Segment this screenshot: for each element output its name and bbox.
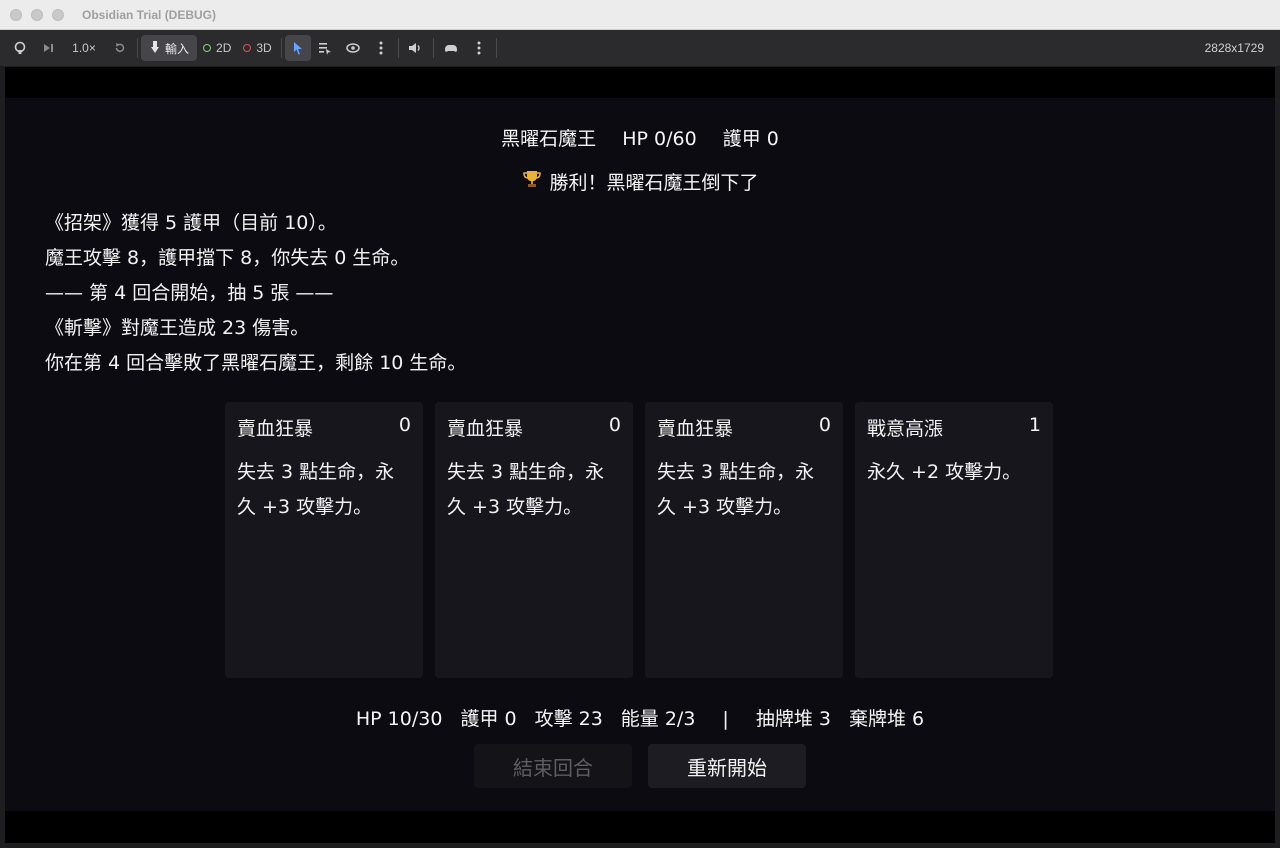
card-hand: 賣血狂暴 0 失去 3 點生命，永久 +3 攻擊力。 賣血狂暴 0 失去 3 點…	[225, 402, 1053, 678]
remote-debug-icon[interactable]	[6, 35, 34, 61]
card-name: 戰意高漲	[867, 418, 944, 440]
victory-banner: 勝利！黑曜石魔王倒下了	[5, 168, 1275, 195]
resolution-readout: 2828x1729	[1204, 41, 1264, 55]
victory-text: 勝利！黑曜石魔王倒下了	[549, 172, 759, 194]
card-cost: 0	[608, 414, 621, 436]
close-window-button[interactable]	[10, 8, 22, 21]
draw-pile-count: 抽牌堆 3	[755, 708, 831, 730]
card-cost: 0	[398, 414, 411, 436]
action-buttons: 結束回合 重新開始	[474, 744, 806, 788]
card-name: 賣血狂暴	[237, 418, 314, 440]
log-line: 《斬擊》對魔王造成 23 傷害。	[45, 317, 310, 339]
minimize-window-button[interactable]	[31, 8, 43, 21]
player-attack: 攻擊 23	[534, 708, 603, 730]
game-viewport: 黑曜石魔王 HP 0/60 護甲 0 勝利！黑曜石魔王倒下了 《招架》獲得 5 …	[5, 67, 1275, 843]
card[interactable]: 賣血狂暴 0 失去 3 點生命，永久 +3 攻擊力。	[225, 402, 423, 678]
card[interactable]: 賣血狂暴 0 失去 3 點生命，永久 +3 攻擊力。	[645, 402, 843, 678]
log-line: 《招架》獲得 5 護甲（目前 10）。	[45, 212, 337, 234]
player-energy: 能量 2/3	[620, 708, 696, 730]
card[interactable]: 賣血狂暴 0 失去 3 點生命，永久 +3 攻擊力。	[435, 402, 633, 678]
gamepad-icon[interactable]	[437, 35, 465, 61]
mode-3d-icon	[243, 44, 252, 52]
list-icon[interactable]	[311, 35, 339, 61]
enemy-hp: HP 0/60	[622, 128, 697, 150]
debug-toolbar: 1.0× 輸入 2D 3D 2828x1729	[0, 30, 1280, 66]
enemy-armor: 護甲 0	[722, 128, 779, 150]
mode-2d-button[interactable]: 2D	[197, 35, 237, 61]
log-line: 魔王攻擊 8，護甲擋下 8，你失去 0 生命。	[45, 247, 410, 269]
card[interactable]: 戰意高漲 1 永久 +2 攻擊力。	[855, 402, 1053, 678]
step-icon[interactable]	[34, 35, 62, 61]
toolbar-separator	[432, 38, 434, 58]
select-icon[interactable]	[284, 35, 311, 61]
card-description: 失去 3 點生命，永久 +3 攻擊力。	[237, 461, 395, 518]
reset-icon[interactable]	[106, 35, 134, 61]
game-screen: 黑曜石魔王 HP 0/60 護甲 0 勝利！黑曜石魔王倒下了 《招架》獲得 5 …	[5, 98, 1275, 811]
mode-3d-label: 3D	[256, 41, 272, 55]
input-toggle-button[interactable]: 輸入	[141, 35, 198, 61]
card-description: 失去 3 點生命，永久 +3 攻擊力。	[447, 461, 605, 518]
more-icon[interactable]	[465, 35, 493, 61]
zoom-window-button[interactable]	[52, 8, 64, 21]
mode-2d-label: 2D	[216, 41, 232, 55]
status-divider: |	[722, 708, 729, 730]
trophy-icon	[521, 169, 543, 194]
restart-button[interactable]: 重新開始	[648, 744, 806, 788]
player-armor: 護甲 0	[460, 708, 517, 730]
discard-pile-count: 棄牌堆 6	[848, 708, 925, 730]
enemy-name: 黑曜石魔王	[501, 128, 597, 150]
speed-selector[interactable]: 1.0×	[62, 35, 106, 61]
input-label: 輸入	[165, 41, 190, 56]
more-icon[interactable]	[367, 35, 395, 61]
mode-2d-icon	[203, 44, 212, 52]
battle-log: 《招架》獲得 5 護甲（目前 10）。 魔王攻擊 8，護甲擋下 8，你失去 0 …	[45, 206, 466, 381]
end-turn-button[interactable]: 結束回合	[474, 744, 632, 788]
player-status: HP 10/30 護甲 0 攻擊 23 能量 2/3 | 抽牌堆 3 棄牌堆 6	[5, 704, 1275, 731]
window-title: Obsidian Trial (DEBUG)	[82, 7, 217, 22]
eye-icon[interactable]	[339, 35, 367, 61]
card-description: 永久 +2 攻擊力。	[867, 461, 1022, 483]
input-icon	[149, 40, 161, 57]
log-line: —— 第 4 回合開始，抽 5 張 ——	[45, 282, 334, 304]
card-description: 失去 3 點生命，永久 +3 攻擊力。	[657, 461, 815, 518]
log-line: 你在第 4 回合擊敗了黑曜石魔王，剩餘 10 生命。	[45, 352, 467, 374]
card-name: 賣血狂暴	[447, 418, 524, 440]
card-cost: 0	[818, 414, 831, 436]
speaker-icon[interactable]	[402, 35, 430, 61]
toolbar-separator	[495, 38, 497, 58]
card-name: 賣血狂暴	[657, 418, 734, 440]
mode-3d-button[interactable]: 3D	[237, 35, 277, 61]
title-bar: Obsidian Trial (DEBUG)	[0, 0, 1280, 30]
toolbar-separator	[137, 38, 138, 58]
card-cost: 1	[1028, 414, 1041, 436]
enemy-status: 黑曜石魔王 HP 0/60 護甲 0	[5, 124, 1275, 151]
toolbar-separator	[397, 38, 399, 58]
toolbar-separator	[280, 38, 282, 58]
player-hp: HP 10/30	[355, 708, 443, 730]
window-controls	[10, 8, 64, 21]
